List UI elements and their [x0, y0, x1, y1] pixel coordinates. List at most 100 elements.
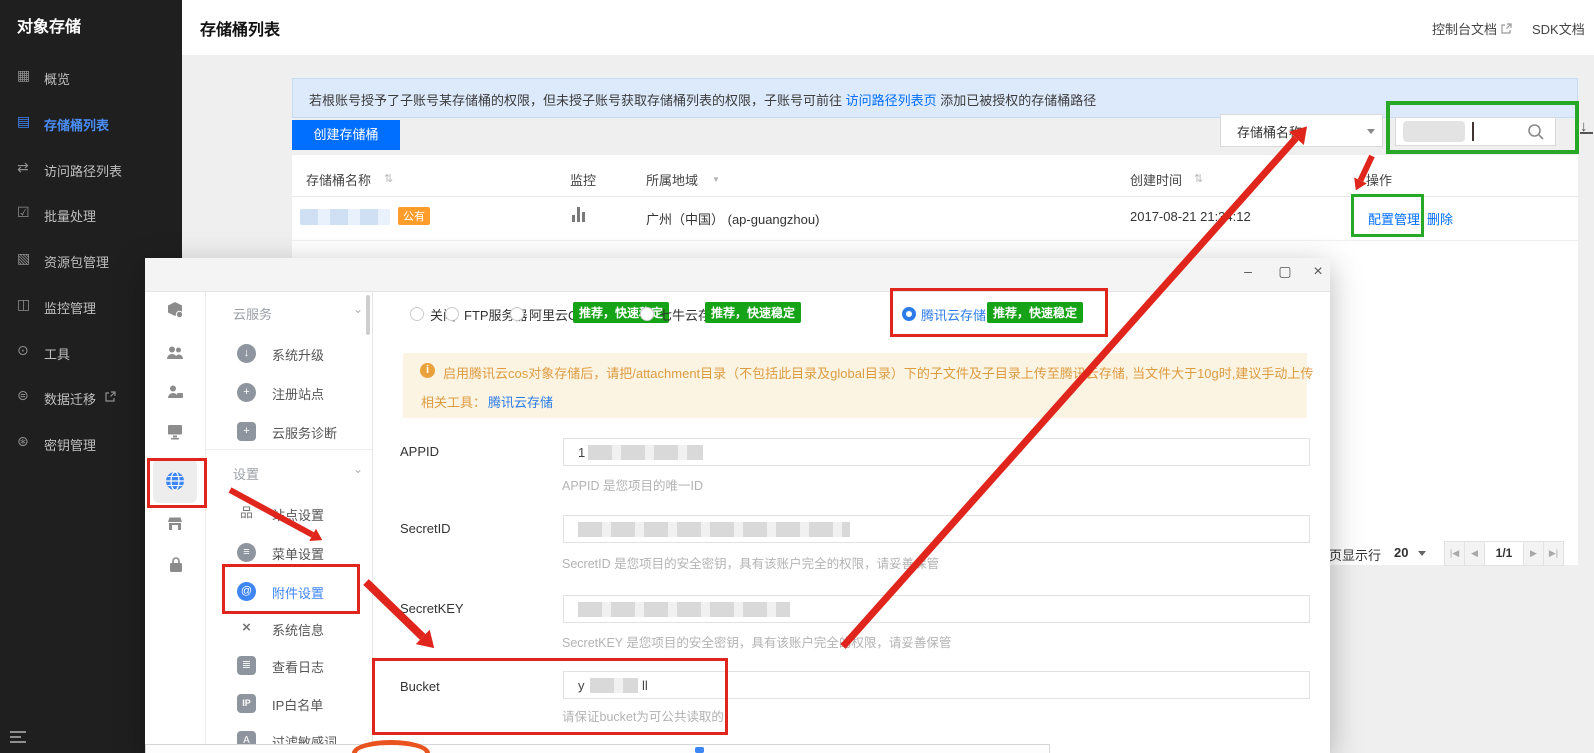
chevron-down-icon: ⌄ — [353, 462, 363, 476]
sidebar-collapse-icon[interactable] — [10, 731, 26, 743]
secretid-hint: SecretID 是您项目的安全密钥，具有该账户完全的权限，请妥善保管 — [562, 553, 939, 572]
secretkey-input[interactable] — [563, 595, 1310, 623]
external-link-icon — [105, 391, 116, 402]
radio-ftp[interactable] — [445, 307, 459, 321]
col-monitor: 监控 — [570, 170, 596, 189]
annotation-box-bucket-field — [372, 658, 728, 735]
appid-input[interactable]: 1 — [563, 438, 1310, 466]
menu-item-ip-whitelist[interactable]: IP白名单 — [272, 695, 323, 714]
plus-icon: + — [237, 383, 256, 402]
sidebar-item-overview[interactable]: ▦概览 — [0, 66, 182, 90]
warning-text: 启用腾讯云cos对象存储后，请把/attachment目录（不包括此目录及glo… — [443, 363, 1313, 382]
filter-icon[interactable]: ▼ — [712, 175, 720, 184]
menu-item-system-info[interactable]: 系统信息 — [272, 620, 324, 639]
annotation-box-globe-icon — [147, 458, 207, 508]
annotation-box-tencent-option — [890, 288, 1108, 337]
menu-section-settings[interactable]: 设置 — [233, 464, 259, 483]
external-link-icon — [1501, 23, 1512, 34]
annotation-box-attachment-menu — [222, 564, 360, 614]
radio-aliyun-oss[interactable] — [510, 307, 524, 321]
sidebar-item-access-paths[interactable]: ⇄访问路径列表 — [0, 158, 182, 182]
taskbar-app-icon — [695, 747, 704, 753]
recommend-badge: 推荐，快速稳定 — [705, 302, 801, 323]
upgrade-icon: ↓ — [237, 344, 256, 363]
maximize-button[interactable]: ▢ — [1274, 263, 1296, 280]
user-lock-rail-icon[interactable] — [165, 382, 185, 402]
col-created: 创建时间 — [1130, 170, 1182, 189]
menu-item-register-site[interactable]: 注册站点 — [272, 384, 324, 403]
sidebar-item-bucket-list[interactable]: ▤存储桶列表 — [0, 112, 182, 136]
chevron-down-icon[interactable] — [1418, 551, 1426, 556]
dialog-titlebar — [145, 258, 1330, 292]
console-doc-link[interactable]: 控制台文档 — [1432, 19, 1512, 38]
secretid-value-redacted — [578, 522, 850, 537]
region-cell: 广州（中国） (ap-guangzhou) — [646, 209, 819, 228]
sort-icon[interactable]: ⇅ — [384, 172, 393, 185]
bucket-name-redacted[interactable] — [300, 209, 390, 225]
tools-icon: ⊙ — [17, 342, 35, 359]
pager-first-button[interactable]: |◀ — [1444, 541, 1465, 566]
sdk-doc-link[interactable]: SDK文档 — [1532, 19, 1585, 38]
wrench-icon: × — [237, 619, 256, 638]
background-window-edge — [145, 744, 1050, 753]
appid-hint: APPID 是您项目的唯一ID — [562, 475, 703, 494]
radio-off[interactable] — [410, 307, 424, 321]
delete-link[interactable]: 删除 — [1427, 209, 1453, 228]
ip-icon: IP — [237, 694, 256, 713]
per-page-value[interactable]: 20 — [1394, 545, 1408, 560]
cloud-service-rail-icon[interactable] — [165, 300, 185, 320]
appid-value-prefix: 1 — [578, 445, 585, 460]
radio-qiniu[interactable] — [640, 307, 654, 321]
secretid-label: SecretID — [400, 521, 451, 536]
sort-icon[interactable]: ⇅ — [1194, 172, 1203, 185]
secretkey-value-redacted — [578, 602, 790, 617]
package-icon: ▧ — [17, 250, 35, 267]
appid-value-redacted — [588, 445, 703, 460]
access-badge: 公有 — [398, 207, 430, 225]
pager-prev-button[interactable]: ◀ — [1464, 541, 1485, 566]
store-rail-icon[interactable] — [165, 514, 185, 534]
tencent-cos-tool-link[interactable]: 腾讯云存储 — [488, 392, 553, 411]
menu-item-system-upgrade[interactable]: 系统升级 — [272, 345, 324, 364]
users-rail-icon[interactable] — [165, 343, 185, 363]
notice-text-before: 若根账号授予了子账号某存储桶的权限，但未授子账号获取存储桶列表的权限，子账号可前… — [309, 93, 846, 108]
appid-label: APPID — [400, 444, 439, 459]
col-bucket-name: 存储桶名称 — [306, 170, 371, 189]
sitemap-icon: 品 — [237, 504, 256, 523]
menu-item-view-logs[interactable]: 查看日志 — [272, 657, 324, 676]
create-bucket-button[interactable]: 创建存储桶 — [292, 120, 400, 150]
pager-last-button[interactable]: ▶| — [1543, 541, 1564, 566]
recommend-badge: 推荐，快速稳定 — [573, 302, 669, 323]
minimize-button[interactable]: – — [1237, 263, 1259, 279]
pager-indicator: 1/1 — [1484, 541, 1524, 566]
monitor-chart-icon[interactable] — [572, 207, 587, 224]
migrate-icon: ⊜ — [17, 387, 35, 404]
info-icon: i — [420, 363, 435, 378]
close-button[interactable]: × — [1307, 263, 1329, 281]
pager-next-button[interactable]: ▶ — [1523, 541, 1544, 566]
log-icon: ≣ — [237, 656, 256, 675]
menu-section-cloud[interactable]: 云服务 — [233, 304, 272, 323]
page-title: 存储桶列表 — [200, 16, 280, 40]
menu-item-cloud-diagnose[interactable]: 云服务诊断 — [272, 423, 337, 442]
sidebar-item-batch[interactable]: ☑批量处理 — [0, 203, 182, 227]
diagnose-icon: + — [237, 422, 256, 441]
col-actions: 操作 — [1366, 170, 1392, 189]
topbar — [182, 0, 1594, 56]
menu-item-menu-settings[interactable]: 菜单设置 — [272, 544, 324, 563]
chevron-down-icon: ⌄ — [353, 302, 363, 316]
access-path-page-link[interactable]: 访问路径列表页 — [846, 93, 937, 108]
annotation-box-configure-link — [1351, 194, 1424, 237]
monitor-rail-icon[interactable] — [165, 421, 185, 441]
link-icon: ⇄ — [17, 159, 35, 176]
download-icon[interactable]: ↓ — [1580, 118, 1593, 134]
calendar-icon: ◫ — [17, 296, 35, 313]
secretkey-label: SecretKEY — [400, 601, 464, 616]
bucket-icon: ▤ — [17, 113, 35, 130]
secretkey-hint: SecretKEY 是您项目的安全密钥，具有该账户完全的权限，请妥善保管 — [562, 632, 951, 651]
chevron-down-icon — [1367, 129, 1375, 134]
bag-rail-icon[interactable] — [166, 555, 186, 575]
checkbox-icon: ☑ — [17, 204, 35, 221]
annotation-box-search — [1386, 101, 1579, 154]
menu-scrollbar[interactable] — [366, 295, 370, 335]
